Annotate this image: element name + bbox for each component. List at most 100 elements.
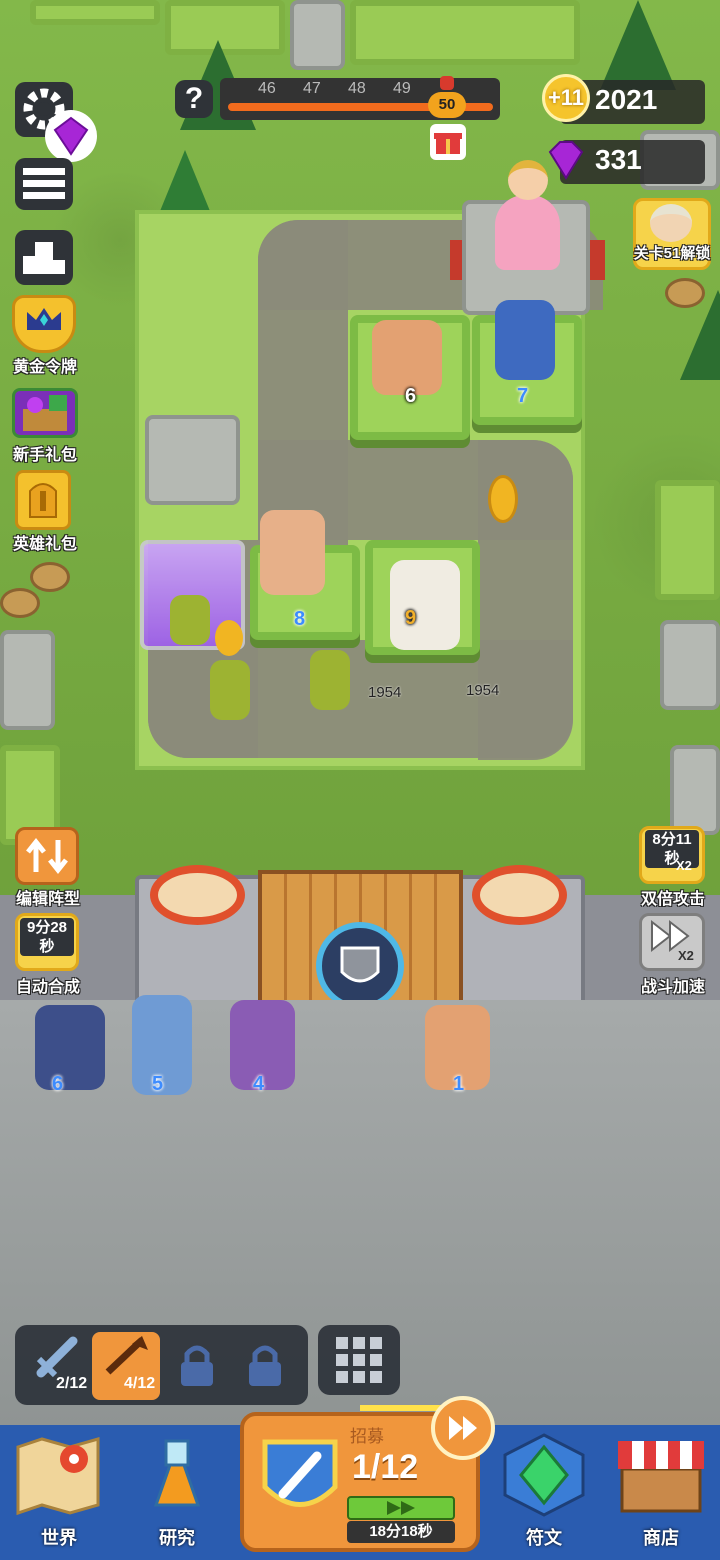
boss-wave-badge: 50	[428, 92, 466, 118]
starter-pack-button[interactable]	[12, 388, 78, 438]
stone-block	[0, 630, 55, 730]
hero-spearman[interactable]	[495, 300, 555, 380]
leaderboard-button[interactable]	[15, 230, 73, 285]
edit-formation-button[interactable]	[15, 827, 79, 885]
hero-level: 4	[253, 1073, 265, 1095]
gem-bubble[interactable]	[45, 110, 97, 162]
skull-icon	[440, 76, 454, 90]
bench-hero-ninja[interactable]	[35, 1005, 105, 1090]
pine-tree	[600, 0, 676, 90]
hero-pack-button[interactable]	[15, 470, 71, 530]
hero-pack-label: 英雄礼包	[12, 536, 77, 553]
lock-icon	[249, 1345, 281, 1386]
wave-number: 48	[348, 80, 366, 97]
hero-portrait-icon	[650, 204, 692, 242]
treasure-chest-icon	[23, 395, 67, 431]
gold-amount: 2021	[595, 84, 658, 115]
hedge-block	[655, 480, 720, 600]
hero-level: 7	[517, 385, 529, 407]
recruit-count: 1/12	[352, 1448, 419, 1486]
stone-block	[290, 0, 345, 70]
tree-stump	[0, 588, 40, 618]
hedge-block	[30, 0, 160, 25]
gold-coin	[215, 620, 243, 656]
sword-shield-icon	[262, 1439, 338, 1507]
nav-world-label: 世界	[41, 1528, 77, 1548]
hero-barbarian[interactable]	[372, 320, 442, 395]
shield-icon[interactable]	[316, 922, 404, 1010]
hero-level: 9	[405, 607, 417, 629]
hero-level: 8	[294, 608, 306, 630]
sword-count: 2/12	[56, 1375, 88, 1392]
target-icon	[150, 865, 245, 925]
nav-runes[interactable]: 符文	[485, 1425, 603, 1560]
battle-speed-label: 战斗加速	[640, 979, 705, 996]
gold-pass-button[interactable]	[12, 295, 76, 353]
gold-coin[interactable]	[488, 475, 518, 523]
hero-level: 1	[453, 1073, 465, 1095]
grid-icon	[336, 1337, 382, 1383]
podium-icon	[23, 242, 65, 274]
hero-level: 6	[405, 385, 417, 407]
goblin-enemy	[310, 650, 350, 710]
grid-menu-button[interactable]	[318, 1325, 400, 1395]
nav-research[interactable]: 研究	[118, 1425, 236, 1560]
locked-slot[interactable]	[175, 1340, 219, 1390]
princess	[495, 195, 560, 270]
stone-block	[145, 415, 240, 505]
gold-pass-label: 黄金令牌	[12, 359, 77, 376]
gem-amount: 331	[595, 144, 642, 175]
recruit-progress-bar	[347, 1496, 455, 1520]
gold-bonus-badge: +11	[542, 74, 590, 122]
auto-merge-label: 自动合成	[15, 979, 80, 996]
wave-number: 46	[258, 80, 276, 97]
crown-icon	[27, 308, 61, 330]
damage-number: 1954	[466, 682, 500, 699]
goblin-enemy	[210, 660, 250, 720]
wave-number: 47	[303, 80, 321, 97]
nav-runes-label: 符文	[526, 1528, 562, 1548]
lock-icon	[181, 1345, 213, 1386]
double-attack-label: 双倍攻击	[640, 891, 705, 908]
tree-stump	[665, 278, 705, 308]
fast-forward-icon	[387, 1501, 415, 1515]
gift-icon	[434, 133, 462, 154]
gift-button[interactable]	[430, 124, 466, 160]
hero-warrior[interactable]	[260, 510, 325, 595]
list-icon	[23, 168, 65, 199]
nav-shop[interactable]: 商店	[602, 1425, 720, 1560]
damage-number: 1954	[368, 684, 402, 701]
nav-research-label: 研究	[159, 1528, 195, 1548]
recruit-banner	[255, 1432, 345, 1527]
potion-flask-icon	[153, 1439, 201, 1507]
hero-wizard[interactable]	[390, 560, 460, 650]
fast-forward-icon	[449, 1416, 477, 1440]
battle-speed-button[interactable]	[639, 913, 705, 971]
gem-icon	[548, 141, 584, 180]
map-icon	[16, 1437, 100, 1516]
gem-icon	[53, 116, 89, 156]
target-icon	[472, 865, 567, 925]
wave-number: 49	[393, 80, 411, 97]
help-button[interactable]: ?	[175, 80, 213, 118]
stone-block	[660, 620, 720, 710]
swap-arrows-icon	[26, 837, 68, 875]
menu-list-button[interactable]	[15, 158, 73, 210]
starter-pack-label: 新手礼包	[12, 447, 77, 464]
goblin-enemy	[170, 595, 210, 645]
nav-world[interactable]: 世界	[0, 1425, 118, 1560]
locked-slot[interactable]	[243, 1340, 287, 1390]
hedge-block	[350, 0, 580, 65]
nav-shop-label: 商店	[643, 1528, 679, 1548]
helmet-icon	[29, 483, 57, 518]
bow-count: 4/12	[124, 1375, 156, 1392]
emerald-icon	[503, 1433, 585, 1517]
edit-formation-label: 编辑阵型	[15, 891, 80, 908]
shop-stall-icon	[618, 1441, 704, 1513]
battle-speed-x2: X2	[678, 948, 694, 963]
hero-level: 5	[152, 1073, 164, 1095]
recruit-timer: 18分18秒	[347, 1521, 455, 1543]
unlock-level-label: 关卡51解锁	[633, 245, 711, 262]
hero-level: 6	[52, 1073, 64, 1095]
double-attack-x2: X2	[676, 858, 692, 873]
